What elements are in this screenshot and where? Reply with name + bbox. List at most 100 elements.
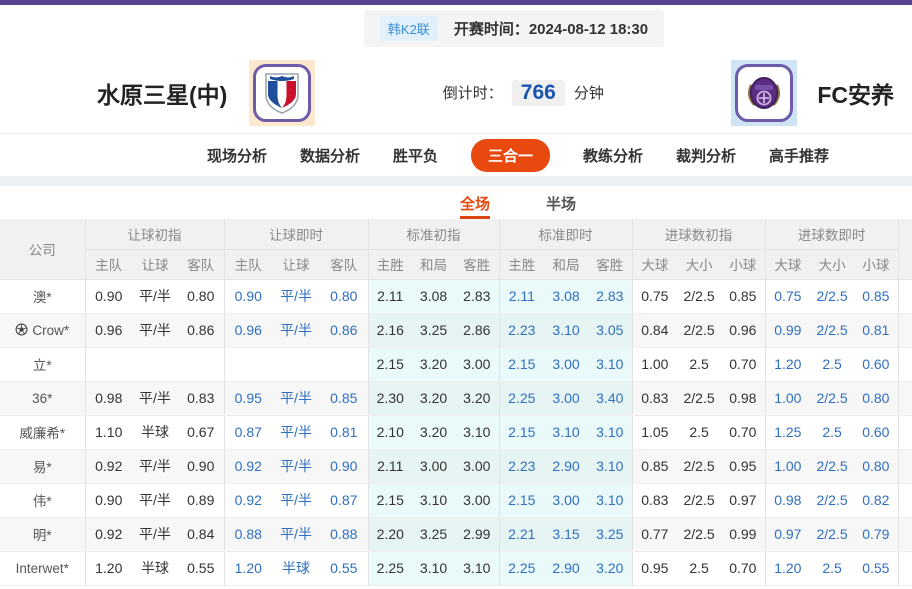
odds-cell[interactable]: 2.21 (499, 517, 544, 551)
league-badge[interactable]: 韩K2联 (380, 16, 438, 41)
odds-cell[interactable]: 2.5 (810, 347, 854, 381)
odds-cell[interactable]: 2.83 (588, 279, 632, 313)
odds-cell[interactable]: 3.08 (544, 279, 588, 313)
company-cell[interactable]: 易* (0, 449, 85, 483)
odds-cell[interactable]: 2.11 (499, 279, 544, 313)
odds-cell[interactable]: 平/半 (272, 279, 320, 313)
odds-cell[interactable]: 3.00 (544, 483, 588, 517)
subtab-1[interactable]: 全场 (460, 193, 490, 219)
odds-cell[interactable]: 0.85 (854, 279, 898, 313)
odds-cell[interactable]: 3.05 (588, 313, 632, 347)
odds-cell[interactable]: 2/2.5 (810, 381, 854, 415)
odds-cell[interactable]: 平/半 (272, 381, 320, 415)
odds-cell[interactable]: 0.86 (320, 313, 368, 347)
odds-cell[interactable]: 0.88 (224, 517, 272, 551)
odds-cell[interactable]: 2.15 (499, 415, 544, 449)
odds-cell[interactable]: 平/半 (272, 415, 320, 449)
odds-cell[interactable]: 1.20 (765, 347, 810, 381)
odds-cell[interactable]: 2/2.5 (810, 313, 854, 347)
odds-cell[interactable]: 1.00 (765, 449, 810, 483)
company-cell[interactable]: 立* (0, 347, 85, 381)
odds-cell[interactable]: 0.81 (854, 313, 898, 347)
odds-cell[interactable]: 2.25 (499, 551, 544, 585)
odds-cell[interactable]: 2.15 (499, 347, 544, 381)
odds-cell[interactable]: 0.79 (854, 517, 898, 551)
company-cell[interactable]: Crow* (0, 313, 85, 347)
odds-cell[interactable]: 0.60 (854, 347, 898, 381)
odds-cell[interactable]: 2.5 (810, 415, 854, 449)
odds-cell[interactable]: 3.40 (588, 381, 632, 415)
odds-cell[interactable]: 0.80 (320, 279, 368, 313)
odds-cell[interactable]: 2/2.5 (810, 483, 854, 517)
odds-cell[interactable]: 1.20 (765, 551, 810, 585)
odds-cell[interactable]: 0.60 (854, 415, 898, 449)
odds-cell[interactable]: 3.25 (588, 517, 632, 551)
odds-cell[interactable]: 0.96 (224, 313, 272, 347)
odds-cell[interactable]: 2.23 (499, 313, 544, 347)
odds-cell[interactable]: 2/2.5 (810, 449, 854, 483)
odds-cell[interactable]: 2.25 (499, 381, 544, 415)
odds-cell[interactable]: 2.90 (544, 551, 588, 585)
odds-cell[interactable]: 0.82 (854, 483, 898, 517)
odds-cell[interactable]: 0.90 (224, 279, 272, 313)
odds-cell[interactable]: 0.80 (854, 449, 898, 483)
nav-tab-7[interactable]: 高手推荐 (769, 145, 829, 166)
nav-tab-4[interactable]: 三合一 (471, 139, 550, 172)
odds-cell[interactable]: 0.97 (765, 517, 810, 551)
company-cell[interactable]: 伟* (0, 483, 85, 517)
odds-cell[interactable]: 平/半 (272, 517, 320, 551)
odds-cell[interactable]: 2.23 (499, 449, 544, 483)
odds-cell[interactable]: 3.10 (544, 415, 588, 449)
odds-cell[interactable]: 0.55 (854, 551, 898, 585)
odds-cell[interactable]: 0.99 (765, 313, 810, 347)
odds-cell[interactable]: 0.92 (224, 483, 272, 517)
odds-cell[interactable]: 1.20 (224, 551, 272, 585)
odds-cell[interactable]: 0.87 (320, 483, 368, 517)
odds-cell[interactable]: 0.90 (320, 449, 368, 483)
odds-cell[interactable]: 平/半 (272, 483, 320, 517)
odds-cell[interactable]: 3.00 (544, 381, 588, 415)
company-cell[interactable]: 明* (0, 517, 85, 551)
odds-cell[interactable]: 0.55 (320, 551, 368, 585)
odds-cell[interactable]: 2.90 (544, 449, 588, 483)
company-cell[interactable]: Interwet* (0, 551, 85, 585)
home-team-name[interactable]: 水原三星(中) (97, 76, 227, 110)
odds-cell[interactable]: 2.5 (810, 551, 854, 585)
kickoff-value: 2024-08-12 18:30 (529, 21, 648, 38)
odds-cell[interactable]: 3.10 (544, 313, 588, 347)
company-cell[interactable]: 威廉希* (0, 415, 85, 449)
company-cell[interactable]: 澳* (0, 279, 85, 313)
odds-cell[interactable]: 2/2.5 (810, 279, 854, 313)
odds-cell[interactable]: 3.10 (588, 449, 632, 483)
away-team-name[interactable]: FC安养 (817, 76, 894, 110)
odds-cell[interactable]: 3.15 (544, 517, 588, 551)
odds-cell[interactable]: 3.10 (588, 415, 632, 449)
odds-cell[interactable]: 1.25 (765, 415, 810, 449)
odds-cell[interactable]: 3.10 (588, 483, 632, 517)
odds-cell[interactable]: 1.00 (765, 381, 810, 415)
company-cell[interactable]: 36* (0, 381, 85, 415)
odds-cell[interactable]: 0.87 (224, 415, 272, 449)
odds-cell[interactable]: 0.98 (765, 483, 810, 517)
odds-cell[interactable]: 0.95 (224, 381, 272, 415)
nav-tab-6[interactable]: 裁判分析 (676, 145, 736, 166)
subtab-2[interactable]: 半场 (546, 193, 576, 219)
odds-cell[interactable]: 3.20 (588, 551, 632, 585)
odds-cell[interactable]: 0.88 (320, 517, 368, 551)
odds-cell[interactable]: 0.80 (854, 381, 898, 415)
odds-cell[interactable]: 0.85 (320, 381, 368, 415)
nav-tab-1[interactable]: 现场分析 (207, 145, 267, 166)
odds-cell[interactable]: 0.92 (224, 449, 272, 483)
odds-cell[interactable]: 3.10 (588, 347, 632, 381)
odds-cell[interactable]: 半球 (272, 551, 320, 585)
odds-cell[interactable]: 平/半 (272, 313, 320, 347)
odds-cell[interactable]: 0.81 (320, 415, 368, 449)
nav-tab-3[interactable]: 胜平负 (393, 145, 438, 166)
nav-tab-2[interactable]: 数据分析 (300, 145, 360, 166)
odds-cell[interactable]: 平/半 (272, 449, 320, 483)
odds-cell[interactable]: 2.15 (499, 483, 544, 517)
nav-tab-5[interactable]: 教练分析 (583, 145, 643, 166)
odds-cell[interactable]: 3.00 (544, 347, 588, 381)
odds-cell[interactable]: 0.75 (765, 279, 810, 313)
odds-cell[interactable]: 2/2.5 (810, 517, 854, 551)
